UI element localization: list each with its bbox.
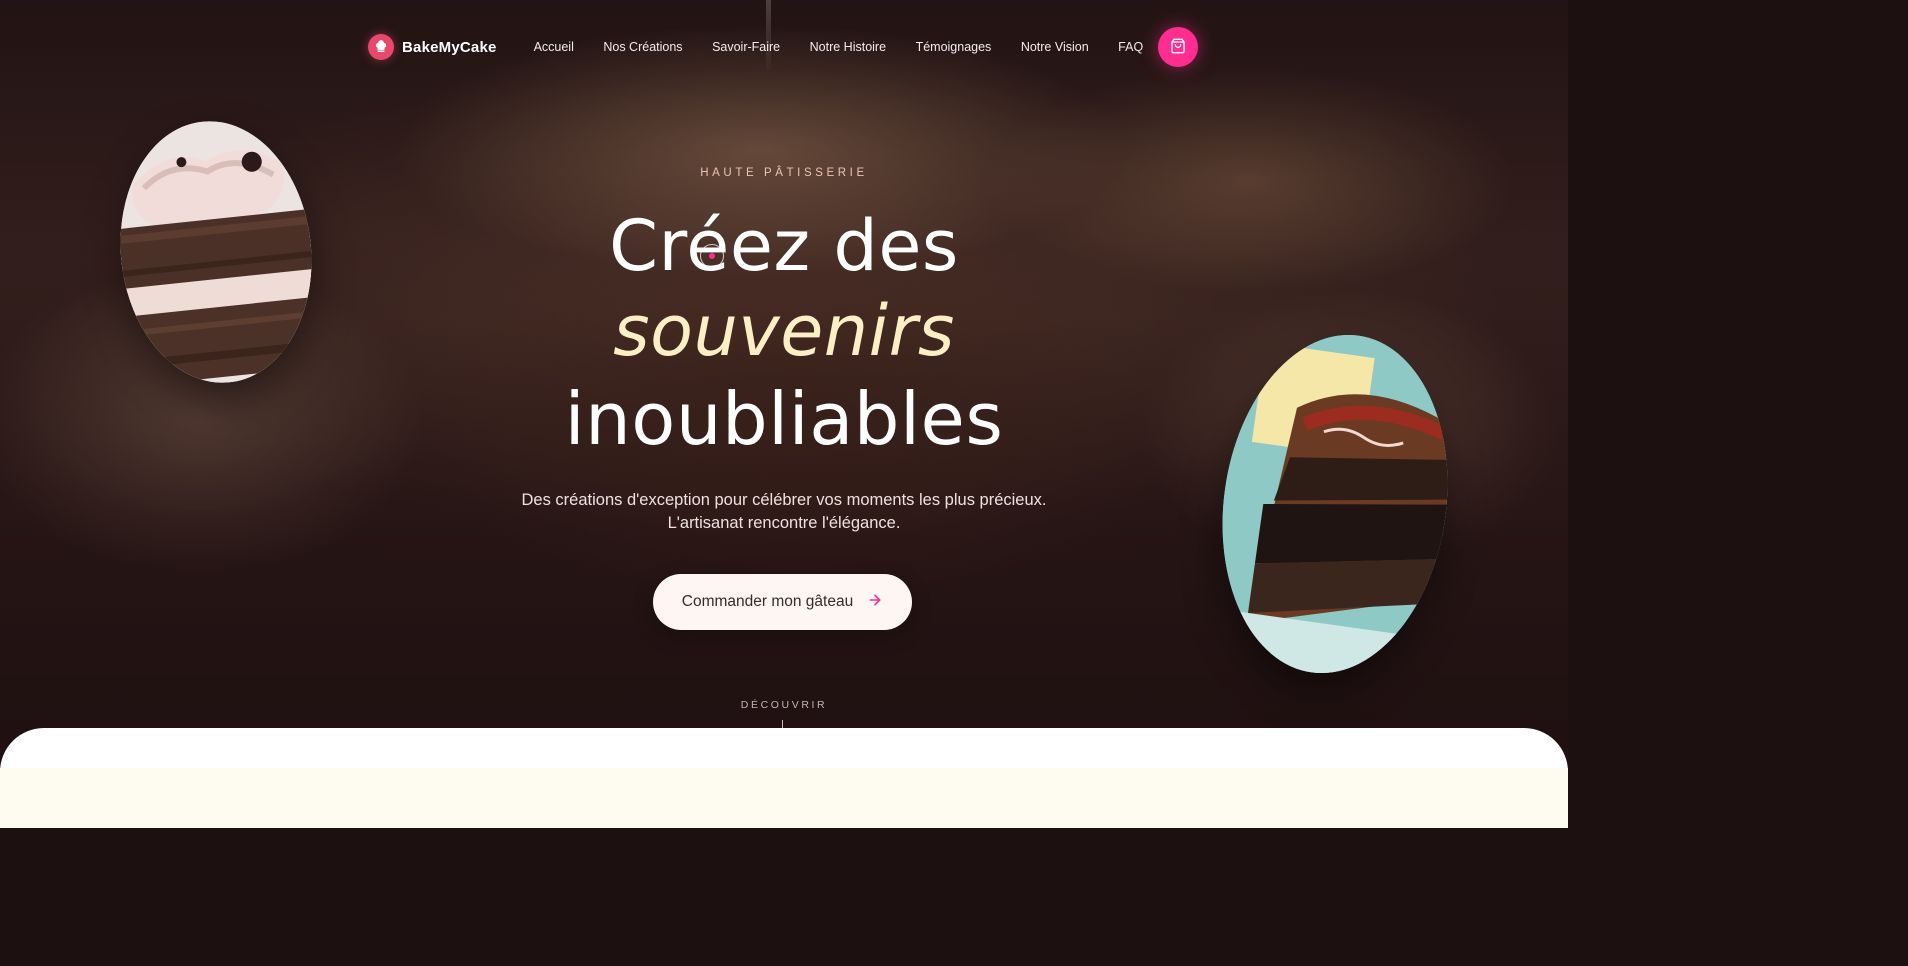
nav-link-faq[interactable]: FAQ <box>1118 40 1143 54</box>
arrow-right-icon <box>867 592 883 612</box>
hero-subtitle: Des créations d'exception pour célébrer … <box>0 489 1568 535</box>
hero-title-line-2: souvenirs <box>613 290 955 372</box>
next-section <box>0 728 1568 828</box>
cart-button[interactable] <box>1158 27 1198 67</box>
shopping-bag-icon <box>1170 38 1186 57</box>
nav-link-nos-creations[interactable]: Nos Créations <box>603 40 682 54</box>
brand-name: BakeMyCake <box>402 38 497 56</box>
next-section-band <box>0 768 1568 828</box>
hero-subtitle-line-2: L'artisanat rencontre l'élégance. <box>667 514 901 532</box>
hero-subtitle-line-1: Des créations d'exception pour célébrer … <box>521 491 1047 509</box>
nav-link-temoignages[interactable]: Témoignages <box>916 40 992 54</box>
scroll-hint[interactable]: DÉCOUVRIR <box>0 699 1568 711</box>
brand-logo-link[interactable]: BakeMyCake <box>368 34 497 60</box>
hero-eyebrow: HAUTE PÂTISSERIE <box>700 167 868 179</box>
hero-title-line-3: inoubliables <box>564 377 1004 461</box>
nav-links: Accueil Nos Créations Savoir-Faire Notre… <box>534 40 1173 54</box>
nav-link-savoir-faire[interactable]: Savoir-Faire <box>712 40 780 54</box>
hero-title-line-1: Créez des <box>609 205 959 287</box>
nav-link-notre-vision[interactable]: Notre Vision <box>1021 40 1089 54</box>
nav-link-notre-histoire[interactable]: Notre Histoire <box>810 40 886 54</box>
nav-link-accueil[interactable]: Accueil <box>534 40 574 54</box>
chef-hat-icon <box>368 34 394 60</box>
custom-cursor <box>700 244 724 268</box>
main-navigation: BakeMyCake Accueil Nos Créations Savoir-… <box>368 26 1198 68</box>
order-cake-button-label: Commander mon gâteau <box>681 593 854 610</box>
order-cake-button[interactable]: Commander mon gâteau <box>653 574 912 630</box>
